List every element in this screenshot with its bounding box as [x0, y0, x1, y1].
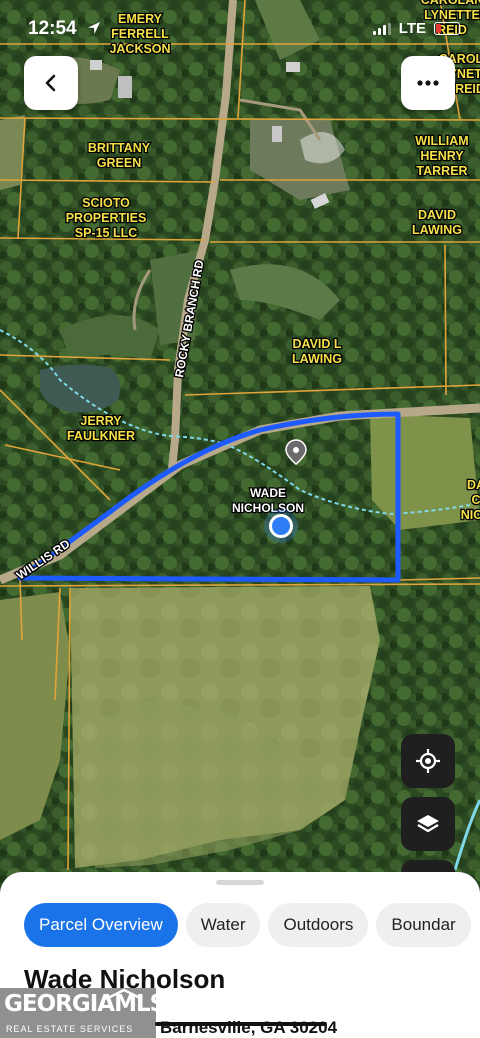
parcel-label-line: SP-15 LLC	[75, 226, 138, 240]
parcel-label-line: LAWING	[412, 223, 462, 237]
sheet-drag-handle[interactable]	[216, 880, 264, 885]
parcel-label-line: HENRY	[420, 149, 464, 163]
parcel-label-david-lawing: DAVID LAWING	[412, 208, 462, 237]
parcel-label-line: GREEN	[97, 156, 141, 170]
parcel-label-line: BRITTANY	[88, 141, 151, 155]
parcel-label-william: WILLIAM HENRY TARRER	[415, 134, 468, 178]
parcel-address: Barnesville, GA 30204	[160, 1018, 338, 1037]
parcel-label-line: CAROLAN	[421, 0, 480, 7]
signal-bars-icon	[372, 22, 391, 35]
parcel-label-line: NICHOLSON	[232, 501, 304, 515]
status-time: 12:54	[28, 18, 77, 39]
locate-me-button[interactable]	[401, 734, 455, 788]
watermark-brand: GEORGIAMLS	[4, 991, 166, 1017]
georgia-mls-watermark: GEORGIAMLS REAL ESTATE SERVICES	[0, 988, 166, 1038]
layers-icon	[417, 815, 439, 833]
parcel-label-line: DAVID L	[292, 337, 341, 351]
parcel-label-line: FAULKNER	[67, 429, 135, 443]
parcel-label-line: LAWING	[292, 352, 342, 366]
user-location-icon	[264, 509, 298, 543]
parcel-label-line: C	[471, 493, 480, 507]
parcel-label-david-l-lawing: DAVID L LAWING	[292, 337, 342, 366]
back-button[interactable]	[24, 56, 78, 110]
parcel-label-line: TARRER	[416, 164, 467, 178]
parcel-label-line: JERRY	[80, 414, 122, 428]
tab-parcel-overview[interactable]: Parcel Overview	[24, 903, 178, 947]
home-indicator[interactable]	[155, 1022, 327, 1026]
network-type: LTE	[398, 20, 426, 37]
more-options-button[interactable]	[401, 56, 455, 110]
status-bar: 12:54 LTE	[28, 18, 460, 44]
chevron-left-icon	[45, 74, 56, 92]
tab-outdoors[interactable]: Outdoors	[268, 903, 369, 947]
crosshair-locate-icon	[416, 749, 440, 773]
parcel-label-line: PROPERTIES	[66, 211, 147, 225]
tab-boundaries[interactable]: Boundar	[376, 903, 471, 947]
tab-water[interactable]: Water	[185, 903, 261, 947]
parcel-label-line: REID	[455, 82, 480, 96]
more-dots-icon	[417, 80, 439, 86]
parcel-label-line: WADE	[250, 486, 286, 500]
parcel-label-line: DAVID	[418, 208, 456, 222]
parcel-label-line: WILLIAM	[415, 134, 468, 148]
parcel-label-line: JACKSON	[109, 42, 170, 56]
location-arrow-icon	[88, 22, 100, 34]
parcel-label-line: DA	[467, 478, 480, 492]
parcel-tabs: Parcel Overview Water Outdoors Boundar	[24, 903, 471, 947]
watermark-tagline: REAL ESTATE SERVICES	[6, 1024, 134, 1034]
parcel-label-line: SCIOTO	[82, 196, 130, 210]
layers-button[interactable]	[401, 797, 455, 851]
parcel-label-line: NICH	[461, 508, 480, 522]
battery-low-icon	[434, 22, 460, 35]
